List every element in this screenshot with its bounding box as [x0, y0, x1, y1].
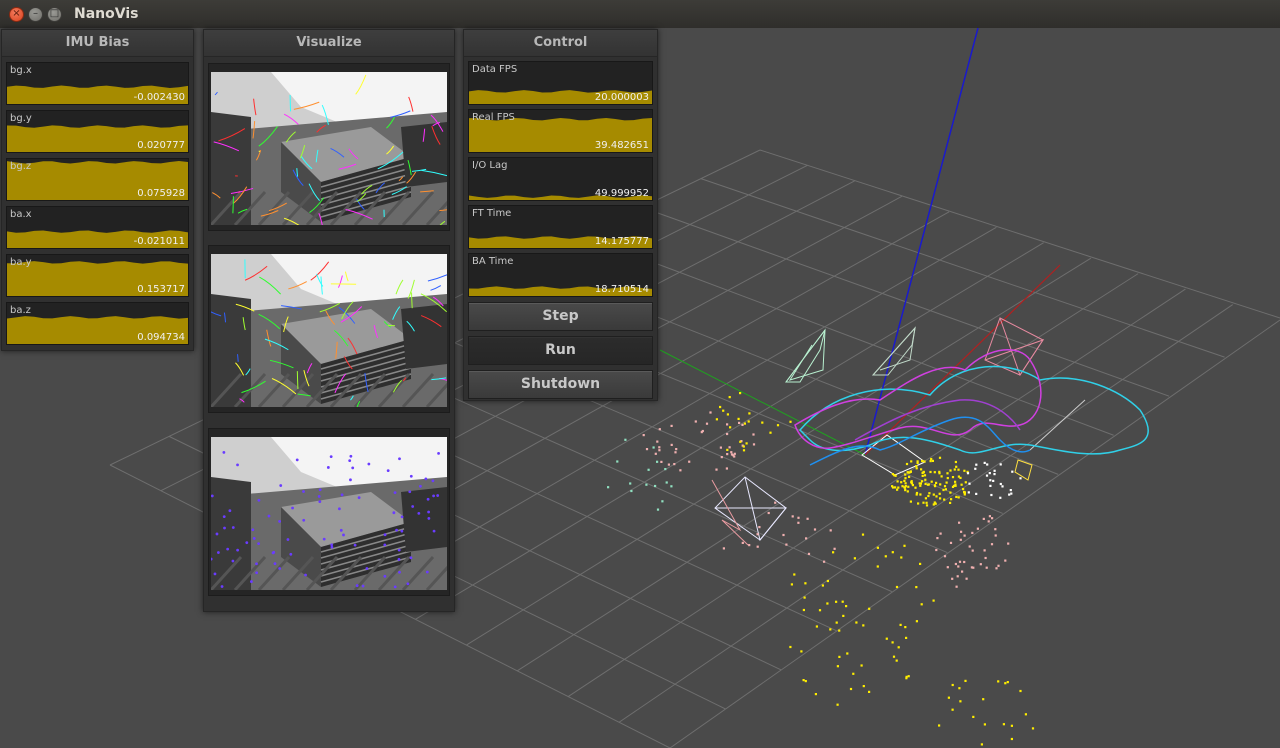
gauge-label: bg.z [10, 161, 32, 172]
feature-points-frame [208, 428, 450, 596]
maximize-icon: □ [49, 8, 60, 19]
camera-image-1 [211, 72, 447, 225]
gauge-value: 20.000003 [594, 92, 649, 103]
close-icon: × [12, 8, 21, 19]
run-button[interactable]: Run [468, 336, 653, 365]
minimize-window-button[interactable]: – [28, 7, 43, 22]
gauge-label: BA Time [472, 256, 514, 267]
gauge-ba-z: ba.z 0.094734 [6, 302, 189, 345]
gauge-label: ba.x [10, 209, 32, 220]
gauge-value: 14.175777 [594, 236, 649, 247]
gauge-label: ba.z [10, 305, 31, 316]
gauge-ba-y: ba.y 0.153717 [6, 254, 189, 297]
visualize-panel-title: Visualize [204, 30, 454, 57]
gauge-label: bg.x [10, 65, 32, 76]
close-window-button[interactable]: × [9, 7, 24, 22]
maximize-window-button[interactable]: □ [47, 7, 62, 22]
control-panel: Control Data FPS 20.000003 Real FPS 39.4826… [463, 29, 658, 401]
gauge-label: Data FPS [472, 64, 518, 75]
minimize-icon: – [33, 8, 38, 19]
visualize-panel: Visualize [203, 29, 455, 612]
gauge-value: 0.075928 [137, 188, 185, 199]
title-bar: × – □ NanoVis [0, 0, 1280, 29]
gauge-label: Real FPS [472, 112, 515, 123]
gauge-value: -0.002430 [133, 92, 185, 103]
control-panel-title: Control [464, 30, 657, 57]
gauge-ba-x: ba.x -0.021011 [6, 206, 189, 249]
shutdown-button[interactable]: Shutdown [468, 370, 653, 399]
gauge-value: -0.021011 [133, 236, 185, 247]
gauge-bg-y: bg.y 0.020777 [6, 110, 189, 153]
gauge-ba-time: BA Time 18.710514 [468, 253, 653, 297]
gauge-value: 0.094734 [137, 332, 185, 343]
gauge-label: ba.y [10, 257, 32, 268]
camera-image-3 [211, 437, 447, 590]
feature-tracks-frame-2 [208, 245, 450, 413]
gauge-real-fps: Real FPS 39.482651 [468, 109, 653, 153]
gauge-bg-x: bg.x -0.002430 [6, 62, 189, 105]
gauge-bg-z: bg.z 0.075928 [6, 158, 189, 201]
gauge-label: FT Time [472, 208, 512, 219]
gauge-label: I/O Lag [472, 160, 508, 171]
imu-bias-panel-title: IMU Bias [2, 30, 193, 57]
imu-bias-panel: IMU Bias bg.x -0.002430 bg.y 0.020777 bg.z 0.… [1, 29, 194, 351]
gauge-value: 0.020777 [137, 140, 185, 151]
step-button[interactable]: Step [468, 302, 653, 331]
gauge-value: 18.710514 [594, 284, 649, 295]
feature-tracks-frame-1 [208, 63, 450, 231]
gauge-value: 49.999952 [594, 188, 649, 199]
camera-image-2 [211, 254, 447, 407]
gauge-value: 39.482651 [594, 140, 649, 151]
gauge-label: bg.y [10, 113, 32, 124]
gauge-data-fps: Data FPS 20.000003 [468, 61, 653, 105]
window-title: NanoVis [74, 6, 139, 22]
gauge-ft-time: FT Time 14.175777 [468, 205, 653, 249]
gauge-value: 0.153717 [137, 284, 185, 295]
gauge-i-o-lag: I/O Lag 49.999952 [468, 157, 653, 201]
